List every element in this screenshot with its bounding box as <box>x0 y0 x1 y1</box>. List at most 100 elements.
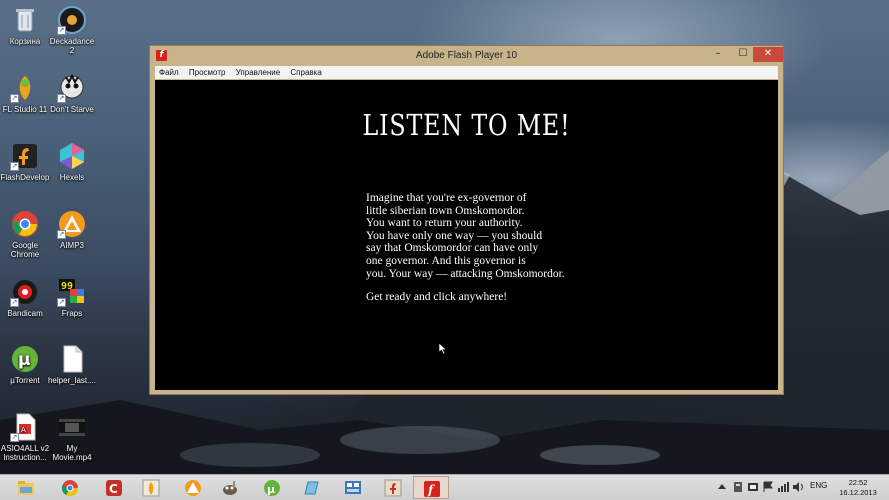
taskbar: C µ f ENG 22:52 16.12.2013 <box>0 474 889 500</box>
shortcut-arrow-icon: ↗ <box>57 94 66 103</box>
taskbar-aimp[interactable] <box>175 476 211 499</box>
deckadance-icon: ↗ <box>57 5 87 35</box>
menu-item-file[interactable]: Файл <box>155 66 183 77</box>
desktop-icon-bandicam[interactable]: ↗ Bandicam <box>0 277 50 318</box>
taskbar-ccleaner[interactable]: C <box>96 476 132 499</box>
menu-bar: Файл Просмотр Управление Справка <box>155 66 778 79</box>
video-file-icon <box>57 412 87 442</box>
desktop-icon-label: Deckadance 2 <box>49 37 95 55</box>
desktop-icon-label: FlashDevelop <box>0 173 50 182</box>
shortcut-arrow-icon: ↗ <box>57 26 66 35</box>
pdf-document-icon: A ↗ <box>10 412 40 442</box>
desktop-icon-label: ASIO4ALL v2 Instruction... <box>0 444 50 462</box>
fl-studio-icon <box>142 479 160 497</box>
taskbar-fl-studio[interactable] <box>133 476 169 499</box>
minimize-button[interactable]: – <box>706 47 730 62</box>
desktop-icon-flashdevelop[interactable]: ↗ FlashDevelop <box>0 141 50 182</box>
menu-item-help[interactable]: Справка <box>286 66 325 77</box>
desktop-icon-my-movie[interactable]: My Movie.mp4 <box>47 412 97 462</box>
clock-time: 22:52 <box>848 478 868 487</box>
flash-player-window[interactable]: f Adobe Flash Player 10 – ☐ ✕ Файл Просм… <box>149 45 784 395</box>
chrome-icon <box>61 480 79 497</box>
desktop-icon-google-chrome[interactable]: Google Chrome <box>0 209 50 259</box>
tray-app-icon[interactable] <box>732 481 744 493</box>
utorrent-icon: µ <box>10 344 40 374</box>
aimp-icon <box>185 480 201 496</box>
aimp-icon: ↗ <box>57 209 87 239</box>
chrome-icon <box>10 209 40 239</box>
menu-item-control[interactable]: Управление <box>232 66 284 77</box>
recycle-bin-icon <box>10 5 40 35</box>
flash-player-icon: f <box>424 481 440 497</box>
desktop-icon-utorrent[interactable]: µ µTorrent <box>0 344 50 385</box>
dont-starve-icon: ↗ <box>57 73 87 103</box>
taskbar-gimp[interactable] <box>212 476 248 499</box>
close-button[interactable]: ✕ <box>753 47 783 62</box>
desktop-icon-aimp3[interactable]: ↗ AIMP3 <box>47 209 97 250</box>
gimp-icon <box>223 481 237 495</box>
language-indicator[interactable]: ENG <box>810 481 827 490</box>
desktop-icon-dont-starve[interactable]: ↗ Don't Starve <box>47 73 97 114</box>
desktop-icon-label: Hexels <box>59 173 85 182</box>
desktop-icon-label: My Movie.mp4 <box>52 444 92 462</box>
desktop-icon-fraps[interactable]: 99 ↗ Fraps <box>47 277 97 318</box>
desktop-icon-label: Bandicam <box>7 309 43 318</box>
shortcut-arrow-icon: ↗ <box>10 162 19 171</box>
fl-studio-icon: ↗ <box>10 73 40 103</box>
clock-date: 16.12.2013 <box>839 488 877 497</box>
network-icon[interactable] <box>777 481 789 493</box>
menu-item-view[interactable]: Просмотр <box>185 66 230 77</box>
desktop-icon-label: Корзина <box>9 37 41 46</box>
shortcut-arrow-icon: ↗ <box>10 433 19 442</box>
tray-app-icon[interactable] <box>747 481 759 493</box>
desktop-icon-label: AIMP3 <box>59 241 84 250</box>
taskbar-chrome[interactable] <box>52 476 88 499</box>
taskbar-hexels[interactable] <box>335 476 371 499</box>
desktop-icon-label: Google Chrome <box>10 241 40 259</box>
file-explorer-icon <box>18 481 34 495</box>
utorrent-icon: µ <box>264 480 280 496</box>
bandicam-icon: ↗ <box>10 277 40 307</box>
desktop-icon-label: µTorrent <box>10 376 40 385</box>
show-hidden-icons-icon[interactable] <box>718 483 726 491</box>
desktop-icon-label: FL Studio 11 <box>2 105 48 114</box>
system-clock[interactable]: 22:52 16.12.2013 <box>832 478 884 498</box>
taskbar-notepad[interactable] <box>293 476 329 499</box>
game-start-prompt[interactable]: Get ready and click anywhere! <box>366 291 507 303</box>
mouse-cursor-icon <box>439 343 447 354</box>
svg-text:µ: µ <box>267 483 275 496</box>
volume-icon[interactable] <box>792 481 804 493</box>
shortcut-arrow-icon: ↗ <box>10 94 19 103</box>
shortcut-arrow-icon: ↗ <box>10 298 19 307</box>
taskbar-file-explorer[interactable] <box>8 476 44 499</box>
game-story-text: Imagine that you're ex-governor of littl… <box>366 192 565 280</box>
hexels-icon <box>345 481 361 494</box>
hexels-icon <box>57 141 87 171</box>
window-titlebar[interactable]: f Adobe Flash Player 10 – ☐ ✕ <box>150 46 783 66</box>
flag-icon[interactable] <box>762 481 774 493</box>
maximize-button[interactable]: ☐ <box>731 47 755 62</box>
game-heading: LISTEN TO ME! <box>362 108 571 142</box>
taskbar-flashdevelop[interactable] <box>375 476 411 499</box>
desktop-icon-label: helper_last.... <box>47 376 97 385</box>
svg-text:A: A <box>21 426 26 434</box>
svg-text:C: C <box>109 482 118 496</box>
svg-text:µ: µ <box>18 350 31 370</box>
desktop-icon-hexels[interactable]: Hexels <box>47 141 97 182</box>
flashdevelop-icon <box>384 479 402 497</box>
shortcut-arrow-icon: ↗ <box>57 298 66 307</box>
flashdevelop-icon: ↗ <box>10 141 40 171</box>
cclean-icon: C <box>106 480 122 496</box>
taskbar-utorrent[interactable]: µ <box>254 476 290 499</box>
desktop-icon-deckadance[interactable]: ↗ Deckadance 2 <box>47 5 97 55</box>
notepad-icon <box>304 481 319 495</box>
desktop-icon-fl-studio[interactable]: ↗ FL Studio 11 <box>0 73 50 114</box>
desktop-icon-recycle-bin[interactable]: Корзина <box>0 5 50 46</box>
desktop-icon-asio4all[interactable]: A ↗ ASIO4ALL v2 Instruction... <box>0 412 50 462</box>
taskbar-flash-player[interactable]: f <box>413 476 449 499</box>
shortcut-arrow-icon: ↗ <box>57 230 66 239</box>
window-title: Adobe Flash Player 10 <box>415 50 518 61</box>
flash-stage[interactable]: LISTEN TO ME! Imagine that you're ex-gov… <box>155 80 778 390</box>
desktop-icon-helper-file[interactable]: helper_last.... <box>47 344 97 385</box>
document-file-icon <box>57 344 87 374</box>
